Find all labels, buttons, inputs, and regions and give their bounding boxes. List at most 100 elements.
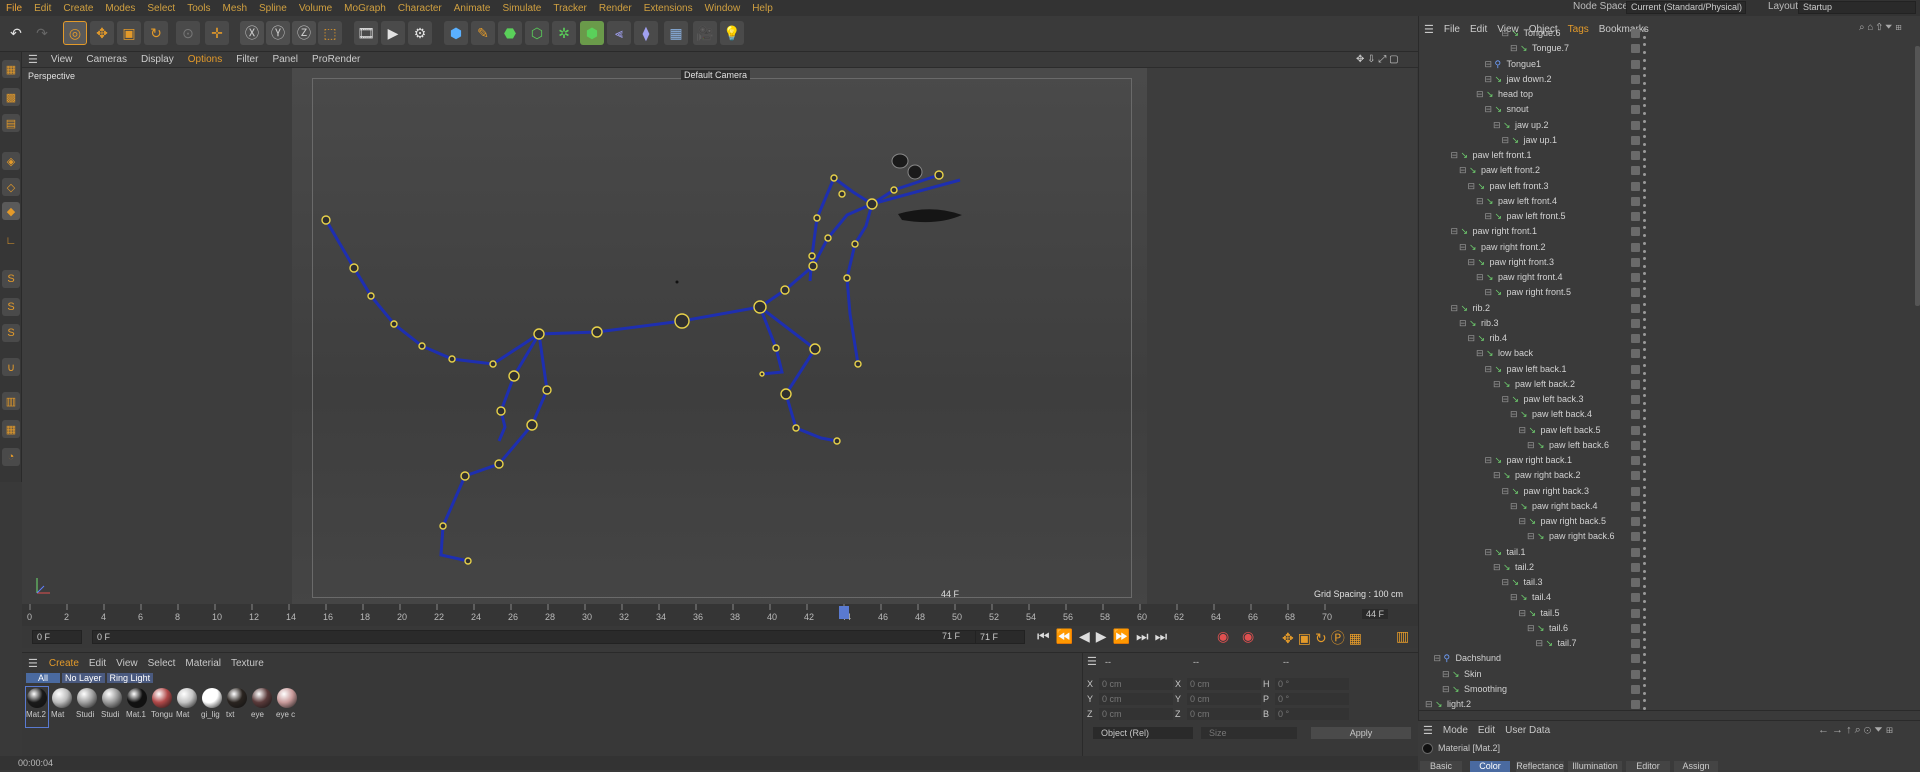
object-row[interactable]: ⊟ ↘ paw left back.5: [1419, 423, 1903, 438]
hamburger-icon[interactable]: ☰: [22, 657, 44, 670]
object-row[interactable]: ⊟ ↘ jaw down.2: [1419, 72, 1903, 87]
layer-checkbox[interactable]: [1631, 257, 1640, 267]
layer-checkbox[interactable]: [1631, 212, 1640, 221]
visibility-dots[interactable]: [1643, 394, 1647, 405]
visibility-dots[interactable]: [1643, 73, 1647, 85]
joint[interactable]: [772, 344, 780, 352]
object-row[interactable]: ⊟ ↘ Tongue.6: [1419, 26, 1903, 41]
visibility-dots[interactable]: [1643, 134, 1647, 146]
object-row[interactable]: ⊟ ↘ Tongue.7: [1419, 41, 1903, 56]
record-icon[interactable]: ◉: [1217, 628, 1229, 645]
layer-checkbox[interactable]: [1631, 547, 1640, 557]
layer-checkbox[interactable]: [1631, 410, 1640, 420]
layout-select[interactable]: Startup: [1798, 1, 1916, 14]
coord-value-field[interactable]: 0 °: [1275, 678, 1349, 690]
texture-mode-icon[interactable]: ▤: [2, 114, 20, 132]
expand-toggle-icon[interactable]: ⊟: [1476, 89, 1486, 99]
deformer-icon[interactable]: ⫷: [607, 21, 631, 45]
coord-value-field[interactable]: 0 cm: [1099, 678, 1173, 690]
visibility-dots[interactable]: [1643, 470, 1647, 482]
navigate-icon[interactable]: ✥ ⇩ ⤢ ▢: [1356, 54, 1399, 65]
viewport-menu-filter[interactable]: Filter: [229, 54, 265, 65]
visibility-dots[interactable]: [1643, 256, 1647, 268]
visibility-dots[interactable]: [1643, 272, 1647, 283]
expand-toggle-icon[interactable]: ⊟: [1485, 455, 1495, 465]
layer-checkbox[interactable]: [1631, 90, 1640, 99]
layer-checkbox[interactable]: [1631, 196, 1640, 206]
expand-toggle-icon[interactable]: ⊟: [1434, 653, 1444, 663]
expand-toggle-icon[interactable]: ⊟: [1451, 150, 1461, 160]
layer-checkbox[interactable]: [1631, 456, 1640, 465]
menu-mograph[interactable]: MoGraph: [338, 3, 392, 14]
object-row[interactable]: ⊟ ↘ head top: [1419, 87, 1903, 102]
playback-controls-icon[interactable]: ⏮⏪◀▶⏩⏭⏭: [1037, 628, 1173, 645]
joint[interactable]: [533, 328, 545, 340]
layer-checkbox[interactable]: [1631, 288, 1640, 298]
viewport-menu-options[interactable]: Options: [181, 54, 229, 65]
object-row[interactable]: ⊟ ↘ jaw up.1: [1419, 133, 1903, 148]
object-row[interactable]: ⊟ ↘ paw right front.4: [1419, 270, 1903, 285]
expand-toggle-icon[interactable]: ⊟: [1502, 135, 1512, 145]
layer-checkbox[interactable]: [1631, 105, 1640, 115]
menu-character[interactable]: Character: [392, 3, 448, 14]
field-icon[interactable]: ⧫: [634, 21, 658, 45]
attr-menu-mode[interactable]: Mode: [1438, 725, 1473, 736]
visibility-dots[interactable]: [1643, 104, 1647, 116]
layer-checkbox[interactable]: [1631, 639, 1640, 648]
cube-icon[interactable]: ⬢: [444, 21, 468, 45]
material-swatch[interactable]: Tongu: [151, 687, 173, 727]
node-space-select[interactable]: Current (Standard/Physical): [1626, 1, 1746, 14]
expand-toggle-icon[interactable]: ⊟: [1459, 242, 1469, 252]
joint[interactable]: [780, 285, 790, 295]
joint[interactable]: [780, 388, 792, 400]
keyframe-filters-icon[interactable]: ✥▣↻Ⓟ▦: [1282, 628, 1366, 648]
menu-extensions[interactable]: Extensions: [638, 3, 699, 14]
coord-value-field[interactable]: 0 cm: [1187, 678, 1261, 690]
expand-toggle-icon[interactable]: ⊟: [1519, 425, 1529, 435]
expand-toggle-icon[interactable]: ⊟: [1519, 608, 1529, 618]
visibility-dots[interactable]: [1643, 592, 1647, 604]
layer-checkbox[interactable]: [1631, 608, 1640, 618]
layer-checkbox[interactable]: [1631, 29, 1640, 38]
object-row[interactable]: ⊟ ↘ rib.3: [1419, 316, 1903, 331]
layer-checkbox[interactable]: [1631, 700, 1640, 709]
joint[interactable]: [542, 385, 552, 395]
expand-toggle-icon[interactable]: ⊟: [1519, 516, 1529, 526]
joint[interactable]: [460, 471, 470, 481]
filter-no-layer[interactable]: No Layer: [62, 673, 105, 683]
visibility-dots[interactable]: [1643, 668, 1647, 680]
material-menu-edit[interactable]: Edit: [84, 658, 111, 669]
object-row[interactable]: ⊟ ↘ tail.2: [1419, 560, 1903, 575]
menu-edit[interactable]: Edit: [28, 3, 57, 14]
joint[interactable]: [759, 371, 765, 377]
layer-checkbox[interactable]: [1631, 593, 1640, 603]
mouth-mesh[interactable]: [898, 209, 962, 223]
layer-checkbox[interactable]: [1631, 425, 1640, 435]
layer-checkbox[interactable]: [1631, 578, 1640, 587]
magnet-icon[interactable]: ∪: [2, 358, 20, 376]
viewport[interactable]: Perspective Default Camera 44 F Grid Spa…: [22, 68, 1417, 608]
material-menu-select[interactable]: Select: [143, 658, 181, 669]
snap-settings-icon[interactable]: S: [2, 298, 20, 316]
coord-mode-select[interactable]: Object (Rel): [1093, 727, 1193, 739]
visibility-dots[interactable]: [1643, 363, 1647, 375]
joint[interactable]: [808, 252, 816, 260]
visibility-dots[interactable]: [1643, 455, 1647, 466]
material-swatch[interactable]: Studi: [76, 687, 98, 727]
expand-toggle-icon[interactable]: ⊟: [1527, 531, 1537, 541]
material-menu-create[interactable]: Create: [44, 658, 84, 669]
attr-menu-edit[interactable]: Edit: [1473, 725, 1500, 736]
layer-checkbox[interactable]: [1631, 166, 1640, 176]
material-swatch[interactable]: gi_lig: [201, 687, 223, 727]
joint[interactable]: [439, 522, 447, 530]
coordinate-system-icon[interactable]: ⬚: [318, 21, 342, 45]
layer-checkbox[interactable]: [1631, 501, 1640, 511]
visibility-dots[interactable]: [1643, 561, 1647, 573]
joint[interactable]: [494, 459, 504, 469]
joint[interactable]: [813, 214, 821, 222]
visibility-dots[interactable]: [1643, 622, 1647, 634]
menu-window[interactable]: Window: [699, 3, 747, 14]
visibility-dots[interactable]: [1643, 577, 1647, 588]
layer-checkbox[interactable]: [1631, 135, 1640, 145]
layer-checkbox[interactable]: [1631, 242, 1640, 252]
